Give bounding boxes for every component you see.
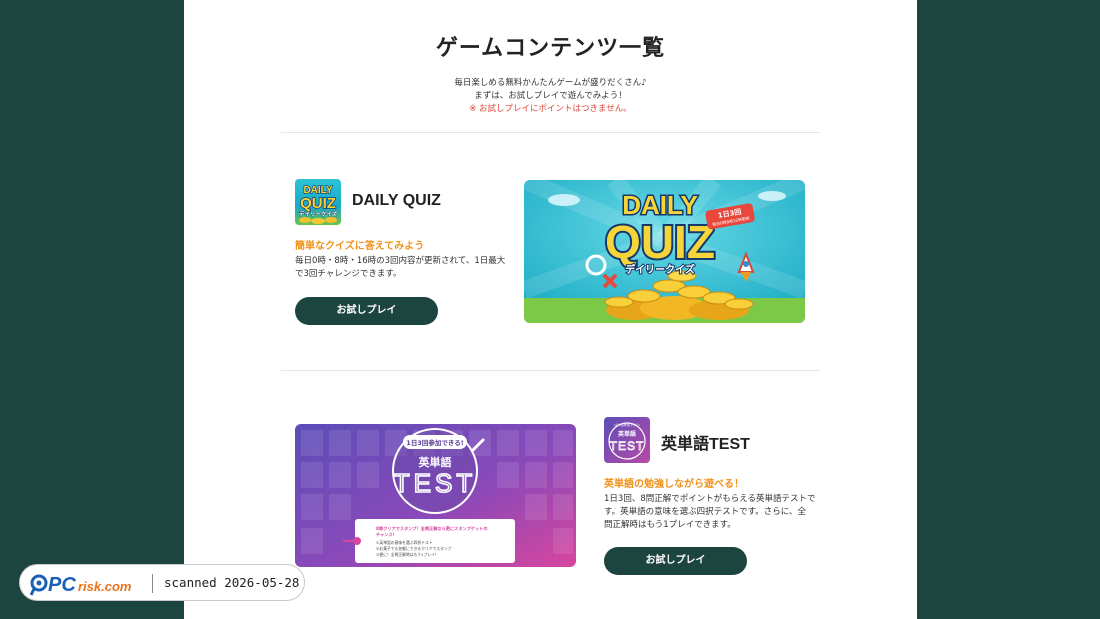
- eitango-desc-line-2: す。英単語の意味を選ぶ四択テストです。さらに、全: [604, 507, 807, 517]
- logo-pc-text: PC: [48, 574, 76, 596]
- page-title: ゲームコンテンツ一覧: [435, 36, 666, 61]
- pcrisk-logo: PC risk.com: [30, 574, 132, 596]
- icon-quiz-text: QUIZ: [300, 195, 336, 212]
- svg-text:①英単語の意味を選ぶ四択テスト: ①英単語の意味を選ぶ四択テスト: [376, 540, 433, 545]
- icon-test-text: TEST: [610, 439, 645, 453]
- intro-line-1: 毎日楽しめる無料かんたんゲームが盛りだくさん♪: [454, 78, 647, 88]
- banner-quiz-text: QUIZ: [605, 216, 715, 268]
- svg-text:8問クリアでスタンプ！全問正解なら更にスタンプゲットの: 8問クリアでスタンプ！全問正解なら更にスタンプゲットの: [376, 525, 488, 532]
- icon-top-text: 1日3回参加できる!: [614, 422, 640, 427]
- daily-quiz-desc-line-2: で3回チャレンジできます。: [295, 269, 402, 279]
- eitango-test-description: 1日3回、8問正解でポイントがもらえる英単語テストで す。英単語の意味を選ぶ四択…: [604, 493, 815, 532]
- icon-sub-text: デイリークイズ: [299, 210, 338, 218]
- intro-note: ※ お試しプレイにポイントはつきません。: [469, 104, 632, 114]
- eitango-desc-line-3: 問正解時はもう1プレイできます。: [604, 520, 736, 530]
- eitango-test-app-icon: 1日3回参加できる! 英単語 TEST: [604, 417, 650, 463]
- banner-test-text: TEST: [394, 468, 476, 498]
- banner-sub-text: デイリークイズ: [625, 263, 695, 276]
- watermark-separator: [152, 574, 153, 593]
- svg-text:③更に！全問正解時はもう1プレイ！: ③更に！全問正解時はもう1プレイ！: [376, 552, 439, 557]
- daily-quiz-title: DAILY QUIZ: [352, 192, 441, 209]
- banner-main-text: 英単語: [418, 455, 452, 469]
- divider: [281, 132, 820, 133]
- daily-quiz-description: 毎日0時・8時・16時の3回内容が更新されて、1日最大 で3回チャレンジできます…: [295, 255, 505, 281]
- eitango-test-catchphrase: 英単語の勉強しながら遊べる！: [604, 479, 744, 490]
- daily-quiz-banner[interactable]: DAILY QUIZ デイリークイズ 1日3回 毎日0時8時16時更新: [524, 180, 805, 323]
- eitango-test-banner[interactable]: 1日3回参加できる! 英単語 TEST 8問クリアでスタンプ！全問正解なら更にス…: [295, 424, 576, 567]
- banner-top-text: 1日3回参加できる!: [406, 438, 463, 447]
- main-page: ゲームコンテンツ一覧 毎日楽しめる無料かんたんゲームが盛りだくさん♪ まずは、お…: [184, 0, 917, 619]
- icon-main-text: 英単語: [617, 430, 636, 438]
- daily-quiz-desc-line-1: 毎日0時・8時・16時の3回内容が更新されて、1日最大: [295, 256, 506, 266]
- logo-risk-text: risk.com: [78, 579, 132, 594]
- divider: [281, 370, 820, 371]
- eitango-test-title: 英単語TEST: [661, 436, 750, 453]
- daily-quiz-catchphrase: 簡単なクイズに答えてみよう: [295, 241, 425, 252]
- svg-text:②お菓子でも気軽にできるクリアでスタンプ: ②お菓子でも気軽にできるクリアでスタンプ: [376, 546, 452, 551]
- pcrisk-watermark: PC risk.com scanned 2026-05-28: [19, 564, 305, 601]
- watermark-scan-date: scanned 2026-05-28: [164, 575, 300, 590]
- daily-quiz-trial-play-button[interactable]: お試しプレイ: [295, 297, 438, 325]
- daily-quiz-app-icon: DAILY QUIZ デイリークイズ: [295, 179, 341, 225]
- intro-text: 毎日楽しめる無料かんたんゲームが盛りだくさん♪ まずは、お試しプレイで遊んでみよ…: [184, 77, 917, 116]
- intro-line-2: まずは、お試しプレイで遊んでみよう！: [474, 91, 627, 101]
- eitango-test-trial-play-button[interactable]: お試しプレイ: [604, 547, 747, 575]
- eitango-desc-line-1: 1日3回、8問正解でポイントがもらえる英単語テストで: [604, 494, 816, 504]
